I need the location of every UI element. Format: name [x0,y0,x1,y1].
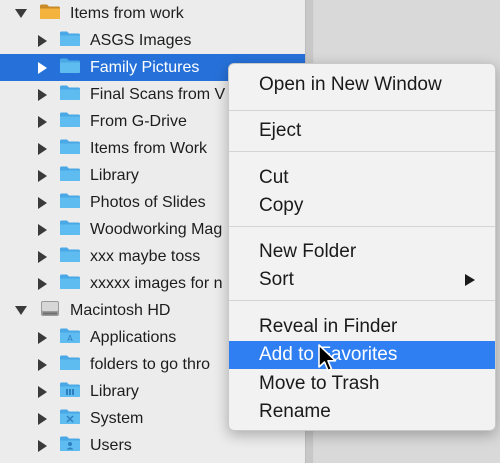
menu-separator [229,226,495,227]
disclosure-expanded-icon[interactable] [15,306,27,315]
menu-item-reveal-in-finder[interactable]: Reveal in Finder [229,313,495,341]
menu-item-copy[interactable]: Copy [229,192,495,220]
context-menu: Open in New Window Eject Cut Copy New Folder… [228,63,496,431]
menu-item-move-to-trash[interactable]: Move to Trash [229,370,495,398]
menu-item-label: Move to Trash [259,373,380,394]
submenu-arrow-icon [465,274,475,286]
folder-icon [59,57,81,79]
disclosure-collapsed-icon[interactable] [38,250,47,263]
sidebar-item[interactable]: ASGS Images [0,27,305,54]
menu-separator [229,300,495,301]
sidebar-item-label: System [90,409,144,427]
menu-item-sort[interactable]: Sort [229,266,495,294]
disclosure-collapsed-icon[interactable] [38,61,47,74]
disclosure-collapsed-icon[interactable] [38,169,47,182]
folder-icon [59,354,81,376]
folder-icon [59,84,81,106]
home-folder-icon [39,3,61,25]
menu-item-add-to-favorites[interactable]: Add to Favorites [229,341,495,369]
folder-icon [59,30,81,52]
library-folder-icon [59,381,81,403]
disclosure-expanded-icon[interactable] [15,9,27,18]
sidebar-item-label: Library [90,382,139,400]
menu-separator [229,151,495,152]
sidebar-item-label: Items from work [70,4,184,22]
menu-item-label: Reveal in Finder [259,316,398,337]
sidebar-item-label: Final Scans from V [90,85,226,103]
users-folder-icon [59,435,81,457]
sidebar-item-label: Items from Work [90,139,208,157]
disclosure-collapsed-icon[interactable] [38,277,47,290]
menu-item-cut[interactable]: Cut [229,164,495,192]
disclosure-collapsed-icon[interactable] [38,385,47,398]
sidebar-item-label: From G-Drive [90,112,187,130]
folder-icon [59,111,81,133]
menu-item-label: Copy [259,195,304,216]
folder-icon [59,165,81,187]
menu-item-label: Open in New Window [259,74,442,95]
menu-item-label: New Folder [259,241,357,262]
menu-item-eject[interactable]: Eject [229,117,495,145]
disclosure-collapsed-icon[interactable] [38,142,47,155]
sidebar-item-label: ASGS Images [90,31,192,49]
system-folder-icon [59,408,81,430]
hard-drive-icon [39,300,61,322]
sidebar-item-label: Users [90,436,132,454]
mouse-pointer-icon [318,344,337,372]
menu-item-new-folder[interactable]: New Folder [229,238,495,266]
applications-folder-icon: A [59,327,81,349]
sidebar-item[interactable]: Users [0,432,305,459]
disclosure-collapsed-icon[interactable] [38,88,47,101]
disclosure-collapsed-icon[interactable] [38,331,47,344]
sidebar-item-label: xxx maybe toss [90,247,201,265]
disclosure-collapsed-icon[interactable] [38,34,47,47]
sidebar-item-label: Woodworking Mag [90,220,223,238]
sidebar-item-label: Applications [90,328,177,346]
sidebar-item[interactable]: Items from work [0,0,305,27]
sidebar-item-label: Photos of Slides [90,193,206,211]
disclosure-collapsed-icon[interactable] [38,223,47,236]
disclosure-collapsed-icon[interactable] [38,196,47,209]
menu-item-open-in-new-window[interactable]: Open in New Window [229,71,495,99]
folder-icon [59,192,81,214]
disclosure-collapsed-icon[interactable] [38,439,47,452]
sidebar-item-label: Library [90,166,139,184]
sidebar-item-label: folders to go thro [90,355,211,373]
menu-item-label: Cut [259,167,289,188]
disclosure-collapsed-icon[interactable] [38,412,47,425]
folder-icon [59,138,81,160]
menu-separator [229,110,495,111]
sidebar-item-label: xxxxx images for n [90,274,223,292]
disclosure-collapsed-icon[interactable] [38,115,47,128]
menu-item-label: Sort [259,269,294,290]
folder-icon [59,246,81,268]
menu-item-rename[interactable]: Rename [229,398,495,426]
svg-text:A: A [67,334,73,343]
folder-icon [59,273,81,295]
menu-item-label: Rename [259,401,331,422]
sidebar-item-label: Family Pictures [90,58,200,76]
menu-item-label: Eject [259,120,302,141]
folder-icon [59,219,81,241]
sidebar-item-label: Macintosh HD [70,301,171,319]
disclosure-collapsed-icon[interactable] [38,358,47,371]
